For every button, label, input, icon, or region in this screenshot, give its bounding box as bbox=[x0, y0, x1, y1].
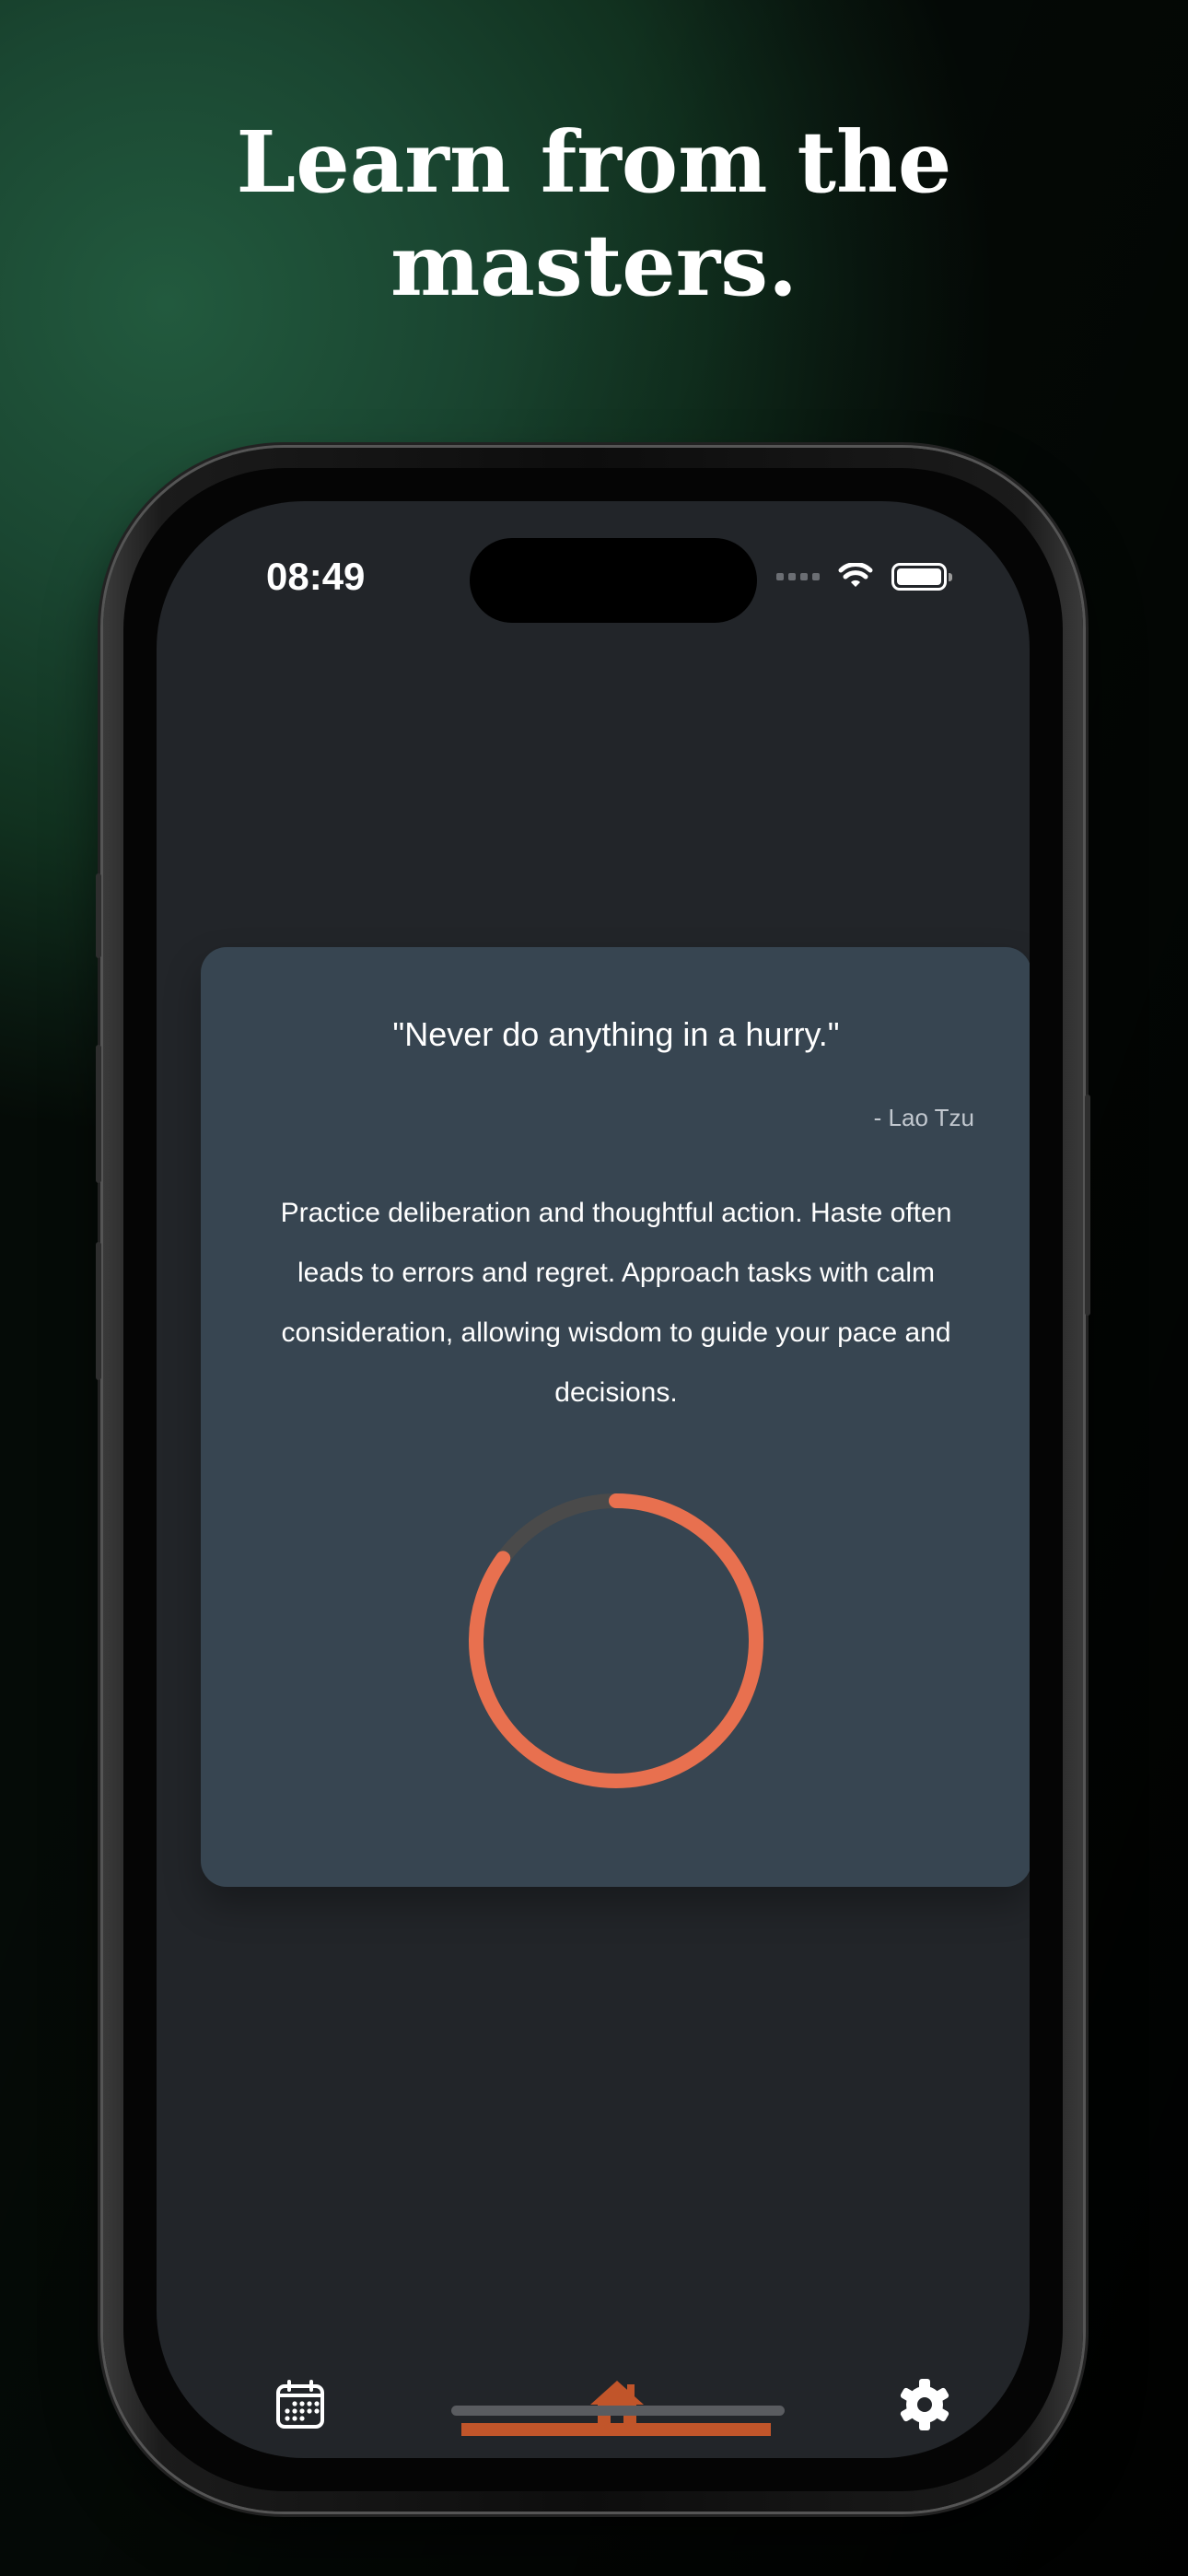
home-indicator[interactable] bbox=[451, 2406, 785, 2416]
power-button bbox=[1085, 1095, 1090, 1316]
wifi-icon bbox=[838, 563, 873, 587]
quote-description: Practice deliberation and thoughtful act… bbox=[280, 1198, 952, 1408]
active-tab-indicator bbox=[461, 2423, 771, 2436]
phone-frame: 08:49 "Never do anything in a hurry." - … bbox=[96, 448, 1090, 2512]
battery-icon bbox=[891, 563, 952, 591]
headline-line-2: masters. bbox=[390, 216, 798, 315]
volume-up-button bbox=[96, 1045, 101, 1183]
timer-ring[interactable] bbox=[464, 1489, 768, 1793]
calendar-icon bbox=[276, 2380, 324, 2429]
action-button bbox=[96, 873, 101, 958]
dynamic-island bbox=[470, 538, 757, 623]
tab-calendar[interactable] bbox=[271, 2375, 330, 2434]
volume-down-button bbox=[96, 1242, 101, 1380]
app-screen: 08:49 "Never do anything in a hurry." - … bbox=[157, 501, 1030, 2458]
quote-text: "Never do anything in a hurry." bbox=[392, 1015, 840, 1053]
headline-line-1: Learn from the bbox=[236, 112, 952, 212]
quote-card: "Never do anything in a hurry." - Lao Tz… bbox=[201, 947, 1030, 1887]
promo-headline: Learn from the masters. bbox=[0, 111, 1188, 317]
phone-bezel: 08:49 "Never do anything in a hurry." - … bbox=[123, 468, 1063, 2491]
gear-icon bbox=[900, 2379, 949, 2430]
tab-settings[interactable] bbox=[895, 2375, 954, 2434]
status-icons bbox=[776, 558, 952, 595]
tab-bar bbox=[157, 2329, 1030, 2458]
status-time: 08:49 bbox=[266, 555, 366, 598]
quote-author: - Lao Tzu bbox=[873, 1104, 974, 1131]
cellular-signal-icon bbox=[776, 573, 820, 580]
